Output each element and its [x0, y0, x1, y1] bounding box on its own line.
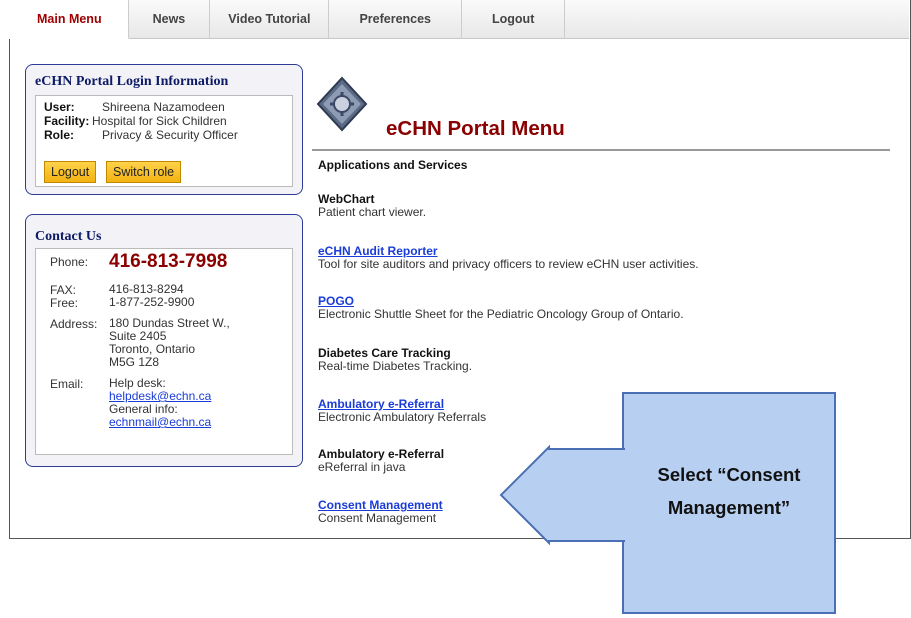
- fax-label: FAX:: [50, 283, 77, 297]
- facility-row: Facility: Hospital for Sick Children: [44, 114, 227, 128]
- app-description: Real-time Diabetes Tracking.: [318, 359, 473, 373]
- app-entry-ambulatory-ereferral-java: Ambulatory e-Referral eReferral in java: [318, 448, 444, 474]
- callout-line-2: Management”: [667, 497, 791, 518]
- app-description: Electronic Ambulatory Referrals: [318, 410, 487, 424]
- free-label: Free:: [50, 296, 79, 310]
- free-value: 1-877-252-9900: [109, 295, 195, 309]
- app-description: Patient chart viewer.: [318, 205, 427, 219]
- echn-logo-icon: [316, 76, 368, 132]
- tab-preferences[interactable]: Preferences: [329, 0, 463, 38]
- app-entry-ambulatory-ereferral: Ambulatory e-Referral Electronic Ambulat…: [318, 398, 486, 424]
- app-entry-audit-reporter: eCHN Audit Reporter Tool for site audito…: [318, 245, 699, 271]
- facility-label: Facility:: [44, 114, 90, 128]
- tab-main-menu[interactable]: Main Menu: [9, 0, 129, 39]
- login-info-title: eCHN Portal Login Information: [35, 74, 229, 89]
- phone-value: 416-813-7998: [109, 251, 228, 272]
- general-email-link[interactable]: echnmail@echn.ca: [109, 416, 211, 429]
- tab-video-tutorial[interactable]: Video Tutorial: [210, 0, 330, 38]
- app-entry-diabetes-tracking: Diabetes Care Tracking Real-time Diabete…: [318, 347, 472, 373]
- logout-button[interactable]: Logout: [44, 161, 97, 183]
- login-info-body: User: Shireena Nazamodeen Facility: Hosp…: [35, 95, 293, 187]
- contact-title: Contact Us: [35, 229, 102, 244]
- app-description: Electronic Shuttle Sheet for the Pediatr…: [318, 307, 684, 321]
- app-description: Tool for site auditors and privacy offic…: [318, 257, 699, 271]
- switch-role-button[interactable]: Switch role: [106, 161, 182, 183]
- contact-panel: Contact Us Phone: 416-813-7998 FAX: 416-…: [25, 214, 303, 467]
- top-nav: Main Menu News Video Tutorial Preference…: [9, 0, 909, 39]
- email-label: Email:: [50, 377, 84, 391]
- facility-value: Hospital for Sick Children: [92, 114, 227, 128]
- callout-box: Select “Consent Management”: [622, 392, 836, 614]
- user-row: User: Shireena Nazamodeen: [44, 100, 225, 114]
- contact-body: Phone: 416-813-7998 FAX: 416-813-8294 Fr…: [35, 248, 293, 455]
- app-description: Consent Management: [318, 511, 437, 525]
- login-info-panel: eCHN Portal Login Information User: Shir…: [25, 64, 303, 195]
- user-label: User:: [44, 100, 75, 114]
- role-label: Role:: [44, 128, 74, 142]
- app-entry-webchart: WebChart Patient chart viewer.: [318, 193, 426, 219]
- address-line: M5G 1Z8: [109, 355, 160, 369]
- app-entry-consent-management: Consent Management Consent Management: [318, 499, 443, 525]
- callout-line-1: Select “Consent: [657, 464, 801, 485]
- app-description: eReferral in java: [318, 460, 406, 474]
- page-title: eCHN Portal Menu: [386, 117, 565, 140]
- section-heading: Applications and Services: [318, 158, 468, 172]
- app-entry-pogo: POGO Electronic Shuttle Sheet for the Pe…: [318, 295, 684, 321]
- title-divider: [312, 149, 890, 151]
- role-value: Privacy & Security Officer: [102, 128, 238, 142]
- role-row: Role: Privacy & Security Officer: [44, 128, 238, 142]
- tab-logout[interactable]: Logout: [462, 0, 566, 38]
- address-label: Address:: [50, 317, 98, 331]
- tab-news[interactable]: News: [128, 0, 211, 38]
- user-value: Shireena Nazamodeen: [102, 100, 225, 114]
- phone-label: Phone:: [50, 255, 89, 269]
- nav-filler: [565, 0, 909, 38]
